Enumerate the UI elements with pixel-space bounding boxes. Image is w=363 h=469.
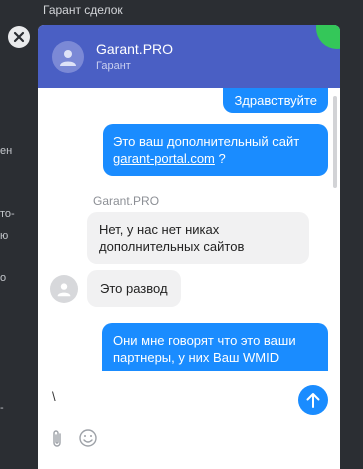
close-chat-button[interactable] <box>8 26 30 48</box>
user-icon <box>57 283 71 297</box>
chat-header: Garant.PRO Гарант <box>38 25 340 88</box>
message-text: ? <box>214 151 226 166</box>
message-bubble-outgoing: Они мне говорят что это ваши партнеры, у… <box>102 323 328 371</box>
message-link[interactable]: garant-portal.com <box>113 151 215 166</box>
message-bubble-outgoing: Это ваш дополнительный сайт garant-porta… <box>103 124 328 176</box>
message-input[interactable]: \ <box>52 389 56 404</box>
online-indicator <box>316 25 340 49</box>
attach-button[interactable] <box>50 429 64 454</box>
close-icon <box>13 31 25 43</box>
background-text-fragment: - <box>0 402 4 414</box>
message-composer: \ <box>38 371 340 469</box>
paperclip-icon <box>53 430 61 447</box>
background-text-fragment: то- <box>0 208 15 220</box>
page-title: Гарант сделок <box>43 3 123 17</box>
message-sender-name: Garant.PRO <box>93 194 160 208</box>
arrow-up-icon <box>306 393 320 408</box>
background-text-fragment: ю <box>0 230 9 242</box>
message-list[interactable]: Здравствуйте Это ваш дополнительный сайт… <box>38 88 340 371</box>
avatar <box>50 275 78 303</box>
agent-name: Garant.PRO <box>96 41 174 57</box>
agent-role: Гарант <box>96 60 131 72</box>
chat-widget: Garant.PRO Гарант Здравствуйте Это ваш д… <box>38 25 340 469</box>
background-text-fragment: ен <box>0 145 13 157</box>
avatar <box>52 40 84 73</box>
scrollbar[interactable] <box>333 96 337 188</box>
emoji-button[interactable] <box>78 428 98 453</box>
send-button[interactable] <box>298 385 328 415</box>
message-bubble-outgoing: Здравствуйте <box>223 88 328 113</box>
user-icon <box>60 49 76 66</box>
message-bubble-incoming: Нет, у нас нет никах дополнительных сайт… <box>87 212 309 264</box>
message-bubble-incoming: Это развод <box>87 270 181 307</box>
smiley-icon <box>79 429 97 447</box>
message-text: Это ваш дополнительный сайт <box>113 134 300 149</box>
background-text-fragment: о <box>0 272 7 284</box>
